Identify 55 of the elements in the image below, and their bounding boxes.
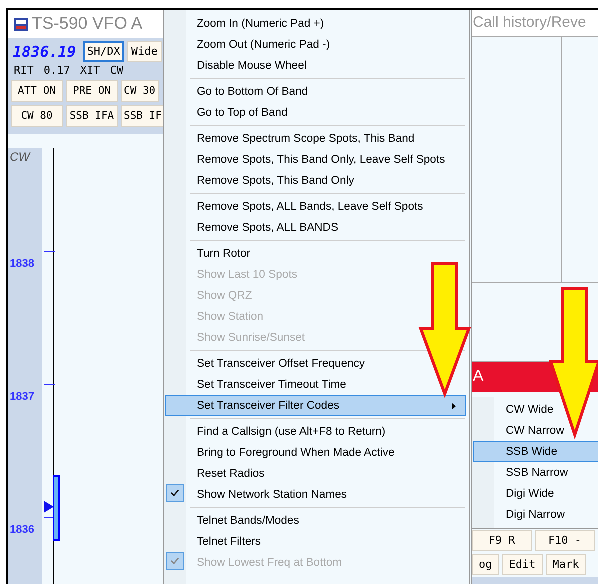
setting-button[interactable]: PRE ON <box>66 80 118 102</box>
mode-label: CW <box>10 150 30 164</box>
menu-item[interactable]: Go to Top of Band <box>197 102 288 123</box>
menu-item[interactable]: Remove Spots, ALL Bands, Leave Self Spots <box>197 196 424 217</box>
function-button[interactable]: og <box>472 554 500 575</box>
menu-item[interactable]: Disable Mouse Wheel <box>197 55 307 76</box>
function-button[interactable]: F9 R <box>472 530 532 551</box>
menu-item[interactable]: Set Transceiver Offset Frequency <box>197 353 366 374</box>
submenu-item[interactable]: CW Narrow <box>473 420 598 441</box>
menu-item[interactable]: Zoom Out (Numeric Pad -) <box>197 34 330 55</box>
frequency-tick-label: 1837 <box>10 391 34 403</box>
arrow-icon <box>419 262 471 396</box>
menu-item[interactable]: Remove Spectrum Scope Spots, This Band <box>197 128 415 149</box>
setting-button[interactable]: ATT ON <box>11 80 63 102</box>
submenu-item[interactable]: Digi Wide <box>473 483 598 504</box>
menu-item[interactable]: Telnet Bands/Modes <box>197 510 300 531</box>
app-logo-icon <box>14 18 28 30</box>
menu-item[interactable]: Remove Spots, ALL BANDS <box>197 217 338 238</box>
status-label: RIT <box>14 64 34 77</box>
filter-button[interactable]: Wide <box>127 41 162 62</box>
menu-item[interactable]: Set Transceiver Timeout Time <box>197 374 346 395</box>
filter-button[interactable]: SH/DX <box>83 41 124 62</box>
panel-title: Call history/Reve <box>472 10 598 37</box>
menu-item[interactable]: Bring to Foreground When Made Active <box>197 442 395 463</box>
submenu-item[interactable]: SSB Narrow <box>473 462 598 483</box>
function-button[interactable]: Mark <box>546 554 586 575</box>
submenu-item[interactable]: Digi Narrow <box>473 504 598 525</box>
status-label: 0.17 <box>44 64 70 77</box>
frequency-display: 1836.19 <box>13 43 76 62</box>
banner-text: A <box>473 368 484 386</box>
menu-item[interactable]: Go to Bottom Of Band <box>197 81 308 102</box>
status-label: CW <box>110 64 124 77</box>
function-button[interactable]: Edit <box>502 554 543 575</box>
menu-item[interactable]: Zoom In (Numeric Pad +) <box>197 13 324 34</box>
pointer-icon <box>44 501 54 513</box>
menu-item[interactable]: Remove Spots, This Band Only, Leave Self Spots <box>197 149 446 170</box>
submenu-item[interactable]: SSB Wide <box>473 441 598 462</box>
menu-item[interactable]: Reset Radios <box>197 463 265 484</box>
status-label: XIT <box>80 64 100 77</box>
window-title: TS-590 VFO A <box>32 14 143 34</box>
signal-marker <box>53 475 60 541</box>
setting-button[interactable]: CW 80 <box>11 105 63 127</box>
submenu-item[interactable]: CW Wide <box>473 399 598 420</box>
menu-item[interactable]: Remove Spots, This Band Only <box>197 170 354 191</box>
menu-item[interactable]: Find a Callsign (use Alt+F8 to Return) <box>197 421 386 442</box>
menu-item[interactable]: Telnet Filters <box>197 531 262 552</box>
frequency-tick-label: 1836 <box>10 524 34 536</box>
function-button[interactable]: F10 - <box>535 530 595 551</box>
menu-item[interactable]: Turn Rotor <box>197 243 251 264</box>
menu-item[interactable]: Set Transceiver Filter Codes <box>165 395 466 416</box>
setting-button[interactable]: CW 30 <box>121 80 159 102</box>
menu-item[interactable]: Show Network Station Names <box>165 484 348 505</box>
frequency-tick-label: 1838 <box>10 258 34 270</box>
setting-button[interactable]: SSB IFA <box>66 105 118 127</box>
setting-button[interactable]: SSB IF <box>121 105 163 127</box>
